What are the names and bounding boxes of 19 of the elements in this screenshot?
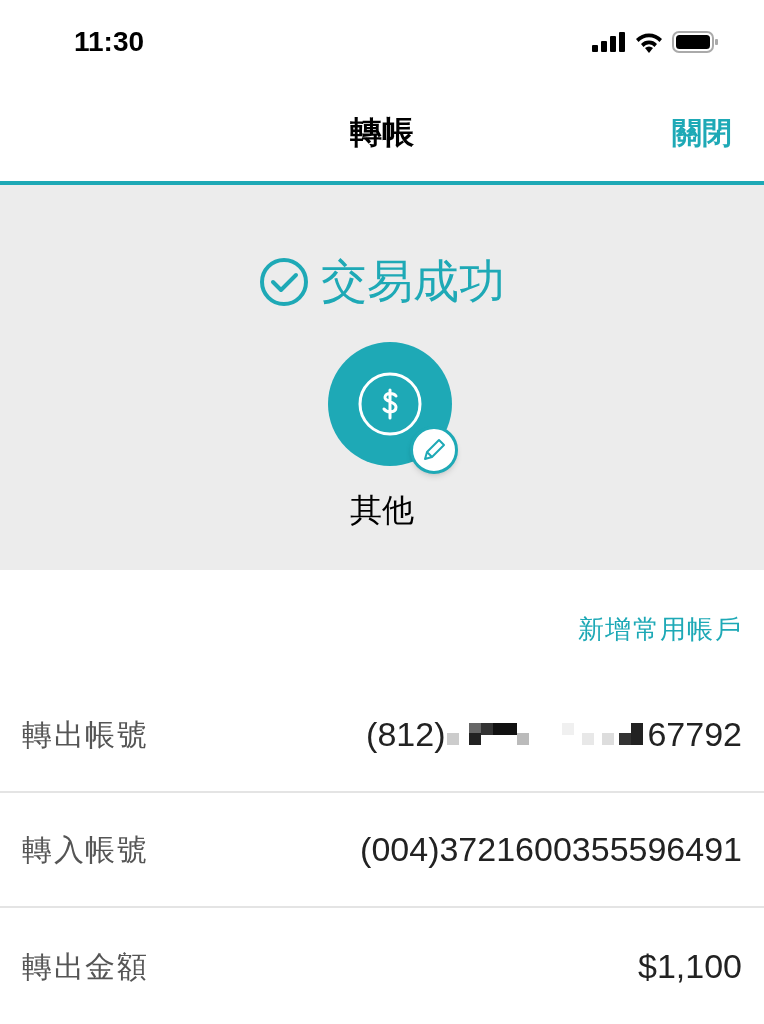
dollar-icon (357, 371, 423, 438)
account-prefix: (812) (366, 713, 446, 755)
signal-icon (592, 31, 626, 52)
detail-label: 轉出金額 (22, 948, 148, 985)
wifi-icon (634, 30, 664, 53)
detail-label: 轉出帳號 (22, 716, 148, 753)
add-favorite-link[interactable]: 新增常用帳戶 (578, 610, 742, 650)
page-title: 轉帳 (350, 113, 414, 153)
check-circle-icon (259, 256, 309, 307)
category-label: 其他 (350, 491, 414, 531)
edit-button[interactable] (410, 426, 458, 475)
detail-label: 轉入帳號 (22, 832, 148, 869)
close-button[interactable]: 關閉 (672, 109, 732, 155)
status-time: 11:30 (74, 24, 145, 59)
battery-icon (672, 30, 718, 53)
account-suffix: 67792 (647, 713, 742, 755)
success-message: 交易成功 (321, 254, 505, 310)
detail-value: $1,100 (638, 945, 742, 987)
detail-value: (004)3721600355596491 (360, 829, 742, 871)
